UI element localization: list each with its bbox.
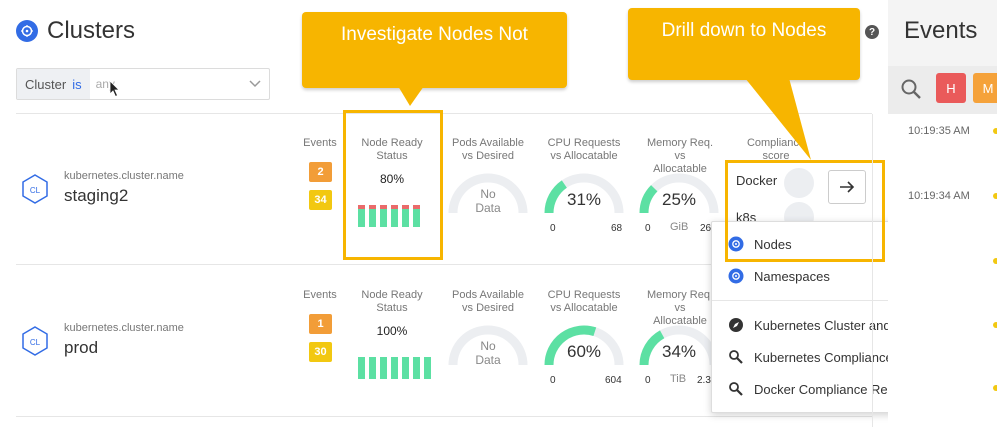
filter-operator[interactable]: is <box>72 77 81 92</box>
pods-column-title: Pods Available vs Desired <box>452 137 524 162</box>
event-severity-dot <box>993 322 997 328</box>
help-icon[interactable]: ? <box>865 25 879 39</box>
cluster-name-key: kubernetes.cluster.name <box>64 170 184 182</box>
cpu-percent: 60% <box>566 342 602 361</box>
node-ready-highlight <box>343 110 443 260</box>
callout-drill-down: Drill down to Nodes <box>628 8 860 80</box>
node-ready-bar <box>380 357 387 379</box>
kubernetes-logo-icon <box>16 20 38 42</box>
memory-percent: 34% <box>661 342 697 361</box>
event-count-badge-yellow[interactable]: 34 <box>309 190 332 210</box>
row-divider <box>16 416 872 417</box>
node-ready-percent: 100% <box>376 324 408 338</box>
node-ready-bars[interactable] <box>358 357 431 379</box>
cpu-axis-min: 0 <box>550 223 556 234</box>
node-ready-bar <box>402 357 409 379</box>
memory-axis-max: 26 <box>700 223 712 234</box>
cluster-filter[interactable]: Cluster is any <box>16 68 270 100</box>
svg-text:CL: CL <box>30 338 41 347</box>
report-icon <box>728 349 744 365</box>
cpu-percent: 31% <box>566 190 602 209</box>
cluster-type-badge: CL <box>22 174 48 209</box>
cpu-axis-max: 68 <box>611 223 623 234</box>
node-ready-bar <box>391 357 398 379</box>
callout-pointer <box>398 86 424 106</box>
compass-icon <box>728 317 744 333</box>
memory-axis-max: 2.3 <box>697 375 711 386</box>
event-timestamp[interactable]: 10:19:34 AM <box>908 190 970 202</box>
callout-pointer <box>745 78 811 160</box>
drill-down-highlight <box>725 160 885 262</box>
event-severity-dot <box>993 385 997 391</box>
events-panel-title: Events <box>904 17 978 44</box>
svg-text:CL: CL <box>30 186 41 195</box>
pods-column-title: Pods Available vs Desired <box>452 289 524 314</box>
node-ready-column-title: Node Ready Status <box>361 289 423 314</box>
high-severity-filter-button[interactable]: H <box>936 73 966 103</box>
filter-field-label: Cluster <box>25 76 67 92</box>
menu-item-label: Namespaces <box>754 268 830 284</box>
memory-percent: 25% <box>661 190 697 209</box>
node-ready-bar <box>413 357 420 379</box>
memory-axis-min: 0 <box>645 223 651 234</box>
events-column-title: Events <box>303 137 337 149</box>
memory-unit: GiB <box>670 221 689 233</box>
report-icon <box>728 381 744 397</box>
events-column-title: Events <box>303 289 337 301</box>
node-ready-bar <box>424 357 431 379</box>
event-count-badge-orange[interactable]: 1 <box>309 314 332 334</box>
menu-item-label: Docker Compliance Report <box>754 381 911 397</box>
kubernetes-icon <box>728 268 744 284</box>
cluster-type-badge: CL <box>22 326 48 361</box>
event-timestamp[interactable]: 10:19:35 AM <box>908 125 970 137</box>
event-severity-dot <box>993 193 997 199</box>
pods-no-data: No Data <box>475 339 501 367</box>
chevron-down-icon[interactable] <box>241 69 269 99</box>
cpu-column-title: CPU Requests vs Allocatable <box>547 289 621 314</box>
cpu-column-title: CPU Requests vs Allocatable <box>547 137 621 162</box>
header-divider <box>16 113 872 114</box>
events-list-border <box>872 114 873 427</box>
medium-severity-filter-button[interactable]: M <box>973 73 997 103</box>
cluster-name-link[interactable]: staging2 <box>64 186 128 206</box>
pods-no-data: No Data <box>475 187 501 215</box>
mouse-cursor-icon <box>109 80 121 103</box>
cluster-name-key: kubernetes.cluster.name <box>64 322 184 334</box>
cpu-axis-max: 604 <box>605 375 622 386</box>
memory-axis-min: 0 <box>645 375 651 386</box>
node-ready-bar <box>358 357 365 379</box>
page-title: Clusters <box>47 17 136 44</box>
event-severity-dot <box>993 258 997 264</box>
callout-investigate-nodes: Investigate Nodes Not <box>302 12 567 88</box>
events-list <box>888 114 997 427</box>
cpu-axis-min: 0 <box>550 375 556 386</box>
event-count-badge-orange[interactable]: 2 <box>309 162 332 182</box>
cluster-name-link[interactable]: prod <box>64 338 98 358</box>
memory-unit: TiB <box>670 373 687 385</box>
event-count-badge-yellow[interactable]: 30 <box>309 342 332 362</box>
search-icon[interactable] <box>899 77 923 106</box>
event-severity-dot <box>993 128 997 134</box>
node-ready-bar <box>369 357 376 379</box>
